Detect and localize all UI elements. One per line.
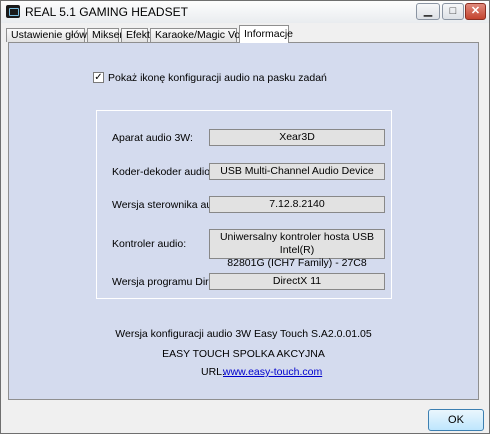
audio-engine-value: Xear3D (209, 129, 385, 146)
config-version-text: Wersja konfiguracji audio 3W Easy Touch … (115, 328, 372, 340)
website-link[interactable]: www.easy-touch.com (223, 366, 322, 378)
tab-ustawienie-glowne[interactable]: Ustawienie główne (6, 28, 99, 42)
window-title: REAL 5.1 GAMING HEADSET (25, 5, 188, 19)
audio-engine-label: Aparat audio 3W: (112, 132, 193, 144)
info-panel: ✓ Pokaż ikonę konfiguracji audio na pask… (8, 42, 479, 400)
url-label: URL: (201, 366, 225, 378)
driver-version-value: 7.12.8.2140 (209, 196, 385, 213)
codec-value: USB Multi-Channel Audio Device (209, 163, 385, 180)
audio-controller-label: Kontroler audio: (112, 238, 187, 250)
title-bar[interactable]: REAL 5.1 GAMING HEADSET ▁ □ ✕ (1, 1, 489, 23)
codec-label: Koder-dekoder audio: (112, 166, 213, 178)
tab-informacje[interactable]: Informacje (239, 25, 293, 43)
company-name-text: EASY TOUCH SPOLKA AKCYJNA (162, 348, 325, 360)
maximize-button[interactable]: □ (442, 3, 464, 20)
tab-efekt[interactable]: Efekt (121, 28, 150, 42)
close-button[interactable]: ✕ (465, 3, 486, 20)
audio-controller-value-line2: 82801G (ICH7 Family) - 27C8 (227, 257, 367, 269)
tab-karaoke-magic-voice[interactable]: Karaoke/Magic Voice (150, 28, 254, 42)
app-window: REAL 5.1 GAMING HEADSET ▁ □ ✕ Ustawienie… (0, 0, 490, 434)
minimize-button[interactable]: ▁ (416, 3, 440, 20)
audio-controller-value: Uniwersalny kontroler hosta USB Intel(R)… (209, 229, 385, 269)
tray-icon-checkbox-label[interactable]: Pokaż ikonę konfiguracji audio na pasku … (108, 72, 327, 84)
tab-mikser[interactable]: Mikser (87, 28, 123, 42)
ok-button[interactable]: OK (428, 409, 484, 431)
directx-version-value: DirectX 11 (209, 273, 385, 290)
tray-icon-checkbox[interactable]: ✓ (93, 72, 104, 83)
headset-app-icon (6, 5, 20, 18)
audio-controller-value-line1: Uniwersalny kontroler hosta USB Intel(R) (219, 231, 375, 256)
